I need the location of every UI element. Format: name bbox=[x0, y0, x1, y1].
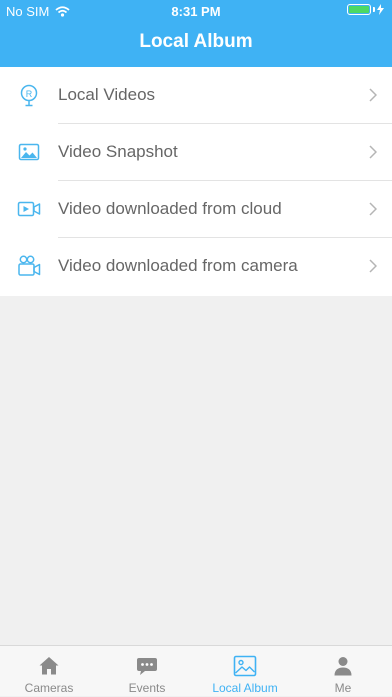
person-icon bbox=[334, 657, 352, 676]
tab-cameras[interactable]: Cameras bbox=[0, 646, 98, 697]
tab-me[interactable]: Me bbox=[294, 646, 392, 697]
list-item-video-cloud[interactable]: Video downloaded from cloud bbox=[0, 181, 392, 238]
chevron-right-icon bbox=[369, 88, 377, 102]
battery-icon bbox=[347, 4, 384, 15]
tab-label: Me bbox=[334, 681, 352, 695]
status-time: 8:31 PM bbox=[171, 4, 221, 19]
list-item-label: Video downloaded from cloud bbox=[58, 199, 282, 218]
list-item-video-snapshot[interactable]: Video Snapshot bbox=[0, 124, 392, 181]
tab-label: Local Album bbox=[212, 681, 278, 695]
list-item-video-camera[interactable]: Video downloaded from camera bbox=[0, 238, 392, 295]
chevron-right-icon bbox=[369, 145, 377, 159]
tab-label: Events bbox=[128, 681, 166, 695]
map-pin-record-icon: R bbox=[20, 84, 38, 107]
image-icon bbox=[18, 143, 40, 161]
svg-text:R: R bbox=[26, 89, 33, 99]
status-bar: No SIM 8:31 PM bbox=[0, 0, 392, 22]
home-icon bbox=[39, 657, 59, 675]
tab-local-album[interactable]: Local Album bbox=[196, 646, 294, 697]
charging-bolt-icon bbox=[377, 4, 384, 15]
chevron-right-icon bbox=[369, 259, 377, 273]
tab-label: Cameras bbox=[24, 681, 74, 695]
page-title: Local Album bbox=[139, 31, 253, 52]
list-item-label: Local Videos bbox=[58, 85, 156, 104]
list-item-local-videos[interactable]: R Local Videos bbox=[0, 67, 392, 124]
video-camera-icon bbox=[18, 255, 41, 276]
tab-bar: Cameras Events Local Album Me bbox=[0, 645, 392, 696]
tab-events[interactable]: Events bbox=[98, 646, 196, 697]
app-header: No SIM 8:31 PM Local Album bbox=[0, 0, 392, 67]
chevron-right-icon bbox=[369, 202, 377, 216]
list-item-label: Video Snapshot bbox=[58, 142, 178, 161]
video-player-icon bbox=[17, 201, 41, 217]
list-item-label: Video downloaded from camera bbox=[58, 256, 298, 275]
album-list: R Local Videos Video Snapshot Video down… bbox=[0, 67, 392, 296]
chat-bubble-icon bbox=[137, 658, 157, 675]
photo-album-icon bbox=[233, 655, 257, 677]
